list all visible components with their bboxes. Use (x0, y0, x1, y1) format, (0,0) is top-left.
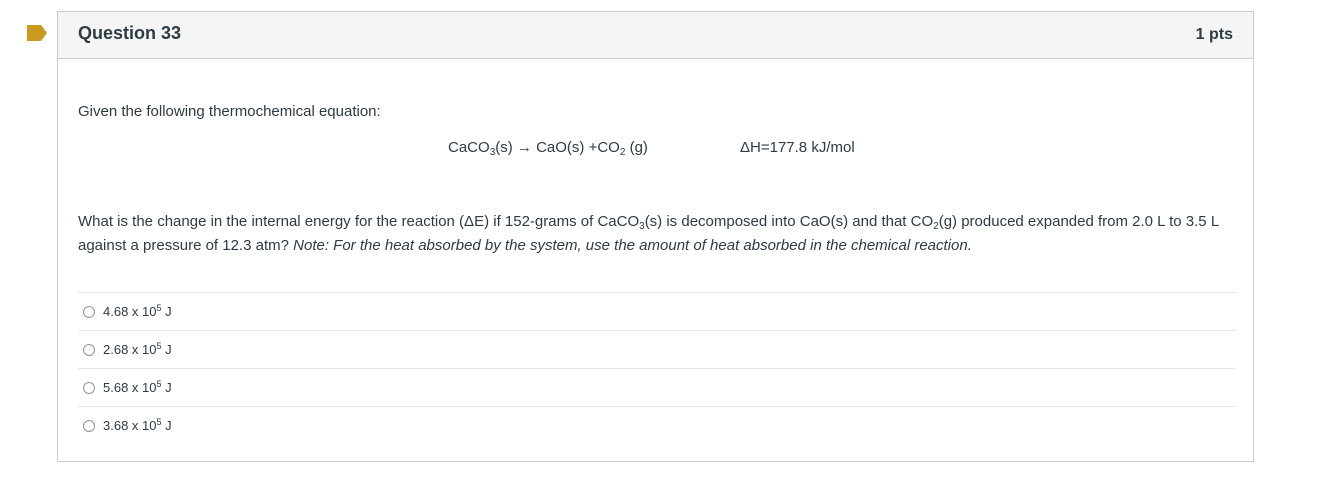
answer-option[interactable]: 4.68 x 105 J (78, 292, 1235, 330)
answer-mantissa: 3.68 x 10 (103, 418, 157, 433)
enthalpy-value: ΔH=177.8 kJ/mol (740, 139, 855, 156)
question-intro: Given the following thermochemical equat… (78, 103, 381, 120)
radio-button[interactable] (83, 381, 95, 394)
answer-unit: J (161, 380, 172, 395)
answer-option[interactable]: 2.68 x 105 J (78, 330, 1235, 368)
radio-button[interactable] (83, 343, 95, 356)
question-title: Question 33 (78, 23, 182, 43)
question-card: Question 33 1 pts Given the following th… (57, 11, 1254, 462)
answer-option[interactable]: 3.68 x 105 J (78, 406, 1235, 444)
answer-option[interactable]: 5.68 x 105 J (78, 368, 1235, 406)
question-points: 1 pts (1195, 26, 1233, 43)
answer-mantissa: 5.68 x 10 (103, 380, 157, 395)
flag-icon[interactable] (27, 25, 47, 41)
radio-button[interactable] (83, 419, 95, 432)
question-prompt: What is the change in the internal energ… (78, 210, 1238, 258)
thermochemical-equation: CaCO3(s) → CaO(s) +CO2 (g) (448, 139, 648, 158)
answer-unit: J (161, 304, 172, 319)
answer-label: 5.68 x 105 J (103, 380, 172, 396)
equation-text: (g) (625, 139, 648, 156)
answer-label: 4.68 x 105 J (103, 304, 172, 320)
answer-list: 4.68 x 105 J 2.68 x 105 J 5.68 x 105 J 3… (78, 292, 1235, 444)
answer-label: 3.68 x 105 J (103, 418, 172, 434)
answer-unit: J (161, 342, 172, 357)
answer-mantissa: 4.68 x 10 (103, 304, 157, 319)
equation-text: CaCO (448, 139, 490, 156)
answer-unit: J (161, 418, 172, 433)
prompt-text: (s) is decomposed into CaO(s) and that C… (644, 213, 934, 230)
prompt-text: What is the change in the internal energ… (78, 213, 640, 230)
answer-mantissa: 2.68 x 10 (103, 342, 157, 357)
answer-label: 2.68 x 105 J (103, 342, 172, 358)
question-header: Question 33 1 pts (58, 12, 1253, 59)
equation-text: (s) → CaO(s) +CO (495, 139, 620, 156)
prompt-note: Note: For the heat absorbed by the syste… (293, 237, 972, 254)
radio-button[interactable] (83, 305, 95, 318)
